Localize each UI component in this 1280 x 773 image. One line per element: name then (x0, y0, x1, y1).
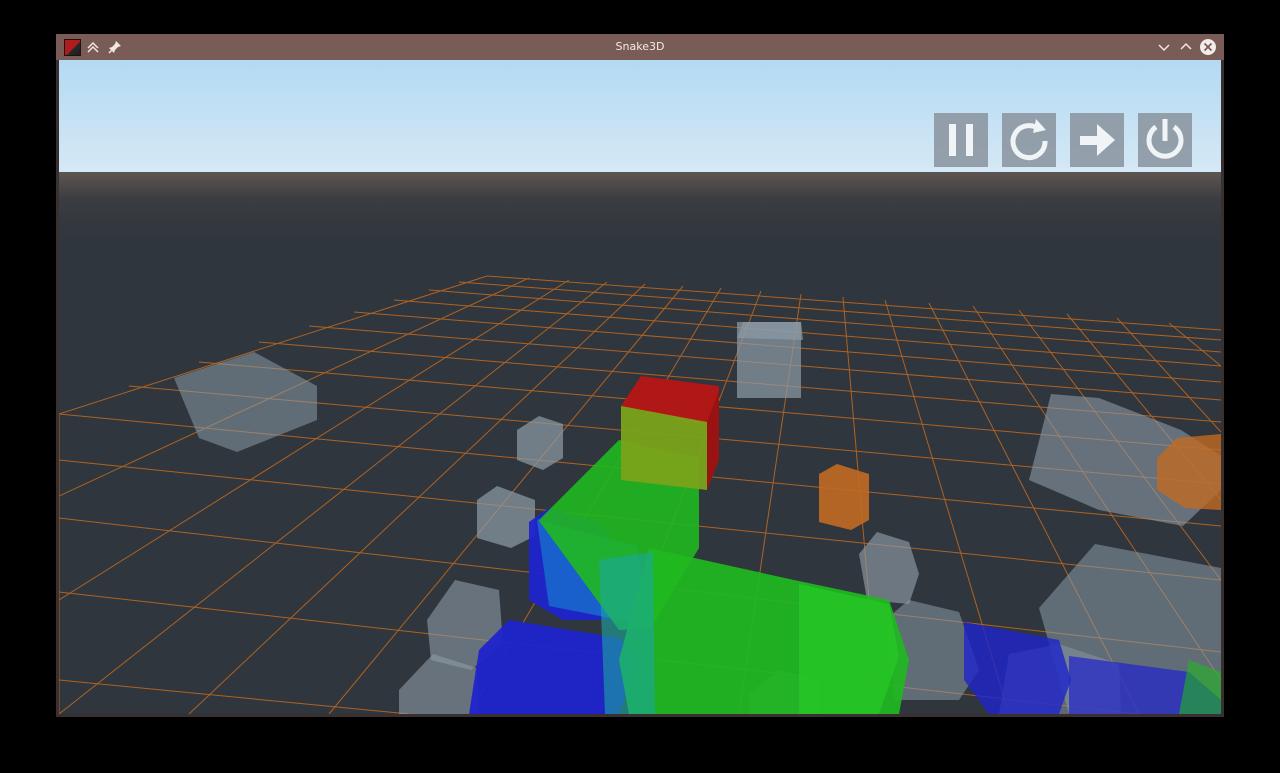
next-arrow-icon (1080, 124, 1115, 156)
title-bar[interactable]: Snake3D (56, 34, 1224, 60)
pause-icon (949, 124, 973, 156)
game-window: Snake3D (56, 34, 1224, 717)
power-icon (1146, 119, 1184, 159)
game-viewport[interactable] (59, 60, 1221, 714)
pause-button[interactable] (934, 113, 988, 167)
next-button[interactable] (1070, 113, 1124, 167)
close-icon[interactable] (1199, 38, 1217, 56)
chevron-up-icon[interactable] (1177, 38, 1195, 56)
quit-button[interactable] (1138, 113, 1192, 167)
window-title: Snake3D (615, 40, 665, 53)
restart-button[interactable] (1002, 113, 1056, 167)
restart-icon (1010, 119, 1048, 161)
horizon-band (59, 172, 1221, 242)
obstacle-cube-2 (737, 322, 803, 398)
food-cube-1 (819, 464, 869, 530)
snake-head (621, 376, 719, 490)
chevron-down-icon[interactable] (1155, 38, 1173, 56)
